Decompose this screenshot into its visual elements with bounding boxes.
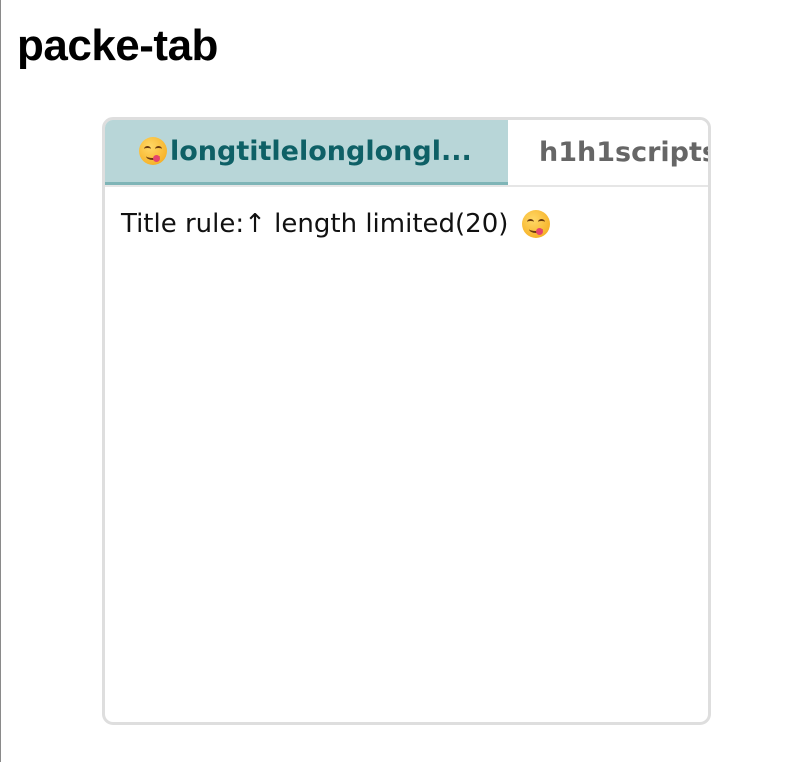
page: packe-tab longtitlelonglongl... h1h1scri… xyxy=(0,0,806,762)
page-title: packe-tab xyxy=(17,21,218,70)
yum-face-emoji-icon xyxy=(139,137,167,165)
tab-longtitle[interactable]: longtitlelonglongl... xyxy=(105,120,508,185)
tab-bar: longtitlelonglongl... h1h1scripts xyxy=(105,120,708,187)
tab-h1h1scripts[interactable]: h1h1scripts xyxy=(508,120,708,185)
yum-face-emoji-icon xyxy=(522,210,551,238)
tab-panel: Title rule:↑ length limited(20) xyxy=(105,187,708,261)
tab-container: longtitlelonglongl... h1h1scripts Title … xyxy=(102,117,711,725)
tab-label: h1h1scripts xyxy=(539,137,708,168)
tab-panel-text: Title rule:↑ length limited(20) xyxy=(121,209,509,239)
tab-label: longtitlelonglongl... xyxy=(170,135,472,167)
